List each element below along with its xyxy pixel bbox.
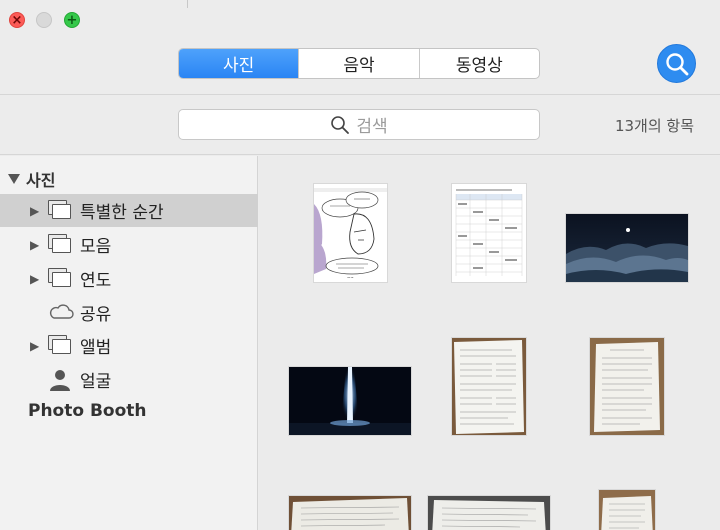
search-row: 검색 13개의 항목 — [0, 95, 720, 155]
thumb-document-2[interactable] — [590, 338, 664, 435]
photo-stack-icon — [48, 268, 72, 288]
zoom-button[interactable]: + — [64, 12, 80, 28]
photo-stack-icon — [48, 234, 72, 254]
sidebar-item-photo-booth[interactable]: Photo Booth — [28, 401, 147, 421]
sidebar-item-label: 공유 — [80, 305, 112, 325]
search-placeholder: 검색 — [356, 117, 388, 137]
disclosure-right-icon[interactable]: ▶ — [30, 204, 39, 218]
photo-grid: ~~ — [259, 156, 720, 530]
search-button[interactable] — [657, 44, 696, 83]
media-type-segmented-control: 사진 음악 동영상 — [178, 48, 540, 79]
sidebar-item-label: 특별한 순간 — [80, 203, 164, 223]
sidebar-item-label: 모음 — [80, 237, 112, 257]
thumb-light-beam[interactable] — [289, 367, 411, 435]
sidebar-item-faces[interactable]: 얼굴 — [0, 363, 258, 396]
toolbar-edge-mark — [187, 0, 188, 8]
thumb-document-1[interactable] — [452, 338, 526, 435]
photo-stack-icon — [48, 200, 72, 220]
disclosure-right-icon[interactable]: ▶ — [30, 272, 39, 286]
search-icon — [665, 52, 688, 75]
tab-photos[interactable]: 사진 — [179, 49, 300, 78]
tab-movies[interactable]: 동영상 — [420, 49, 539, 78]
sidebar-item-albums[interactable]: ▶ 앨범 — [0, 329, 258, 362]
thumb-night-clouds[interactable] — [566, 214, 688, 282]
thumb-spreadsheet[interactable] — [452, 184, 526, 282]
tab-music[interactable]: 음악 — [299, 49, 420, 78]
plus-icon: + — [66, 12, 78, 28]
sidebar-item-label: 앨범 — [80, 338, 112, 358]
close-button[interactable]: × — [9, 12, 25, 28]
close-icon: × — [11, 12, 23, 28]
disclosure-right-icon[interactable]: ▶ — [30, 238, 39, 252]
photo-picker-window: × + 사진 음악 동영상 검색 13개의 항목 사진 ▶ 특별한 순간 ▶ 모… — [0, 0, 720, 530]
sidebar-header-label: 사진 — [26, 171, 56, 190]
item-count: 13개의 항목 — [614, 117, 694, 135]
disclosure-down-icon — [8, 174, 20, 184]
sidebar-item-label: 얼굴 — [80, 372, 112, 392]
sidebar-item-moments[interactable]: ▶ 특별한 순간 — [0, 194, 258, 227]
sidebar-item-label: 연도 — [80, 271, 112, 291]
magnifier-icon — [331, 115, 350, 134]
cloud-icon — [48, 302, 74, 322]
minimize-button[interactable] — [36, 12, 52, 28]
sidebar-item-shared[interactable]: 공유 — [0, 296, 258, 329]
photo-stack-icon — [48, 335, 72, 355]
thumb-comic[interactable]: ~~ — [314, 184, 387, 282]
person-icon — [48, 369, 72, 391]
sidebar: 사진 ▶ 특별한 순간 ▶ 모음 ▶ 연도 공유 ▶ 앨범 얼굴 Photo B… — [0, 156, 258, 530]
sidebar-item-years[interactable]: ▶ 연도 — [0, 262, 258, 295]
toolbar: × + 사진 음악 동영상 — [0, 0, 720, 95]
thumb-document-3[interactable] — [289, 496, 411, 530]
sidebar-item-collections[interactable]: ▶ 모음 — [0, 228, 258, 261]
svg-text:~~: ~~ — [347, 275, 354, 280]
thumb-document-4[interactable] — [428, 496, 550, 530]
sidebar-section-photos[interactable]: 사진 — [8, 167, 55, 191]
search-field[interactable]: 검색 — [178, 109, 540, 140]
disclosure-right-icon[interactable]: ▶ — [30, 339, 39, 353]
thumb-document-5[interactable] — [599, 490, 655, 530]
